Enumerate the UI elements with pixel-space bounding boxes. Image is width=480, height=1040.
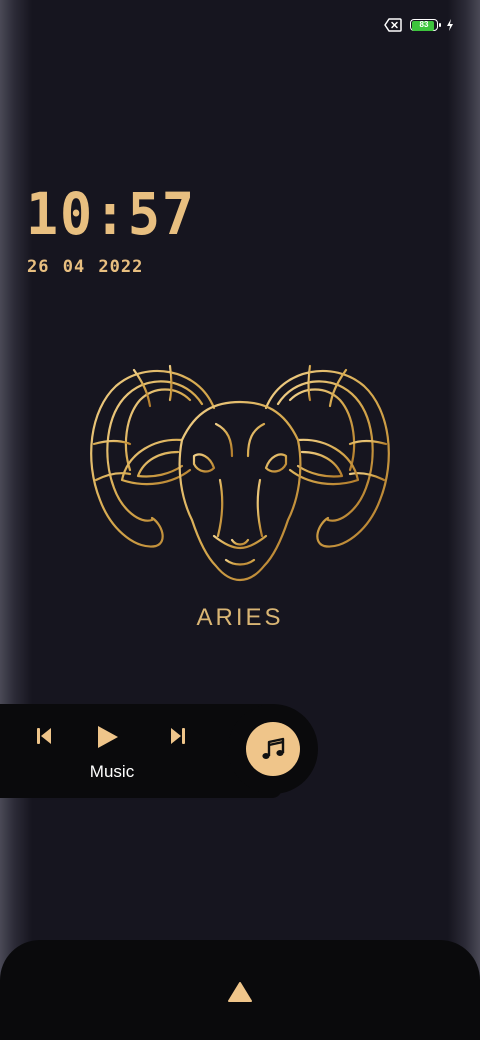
- charging-icon: [447, 19, 453, 31]
- left-edge-shade: [0, 0, 32, 1040]
- play-icon: [98, 726, 118, 748]
- sim-off-icon: [384, 18, 402, 32]
- next-icon: [171, 728, 185, 744]
- clock-date: 26 04 2022: [27, 257, 144, 277]
- previous-track-button[interactable]: [32, 724, 56, 748]
- up-arrow-icon[interactable]: [227, 980, 253, 1004]
- right-edge-shade: [448, 0, 480, 1040]
- clock-time: 10:57: [26, 180, 196, 248]
- play-button[interactable]: [92, 722, 122, 752]
- next-track-button[interactable]: [166, 724, 190, 748]
- status-bar: 83: [384, 18, 454, 32]
- battery-level-text: 83: [419, 20, 429, 29]
- ram-head-icon: [90, 364, 390, 582]
- previous-icon: [37, 728, 51, 744]
- music-app-button[interactable]: [246, 722, 300, 776]
- zodiac-name: ARIES: [196, 604, 284, 631]
- music-label: Music: [89, 762, 135, 781]
- battery-cap: [439, 23, 441, 27]
- music-note-icon: [262, 737, 285, 759]
- battery-icon: 83: [410, 19, 441, 31]
- lock-screen: 83 10:57 26 04 2022 ARIES Music: [0, 0, 480, 1040]
